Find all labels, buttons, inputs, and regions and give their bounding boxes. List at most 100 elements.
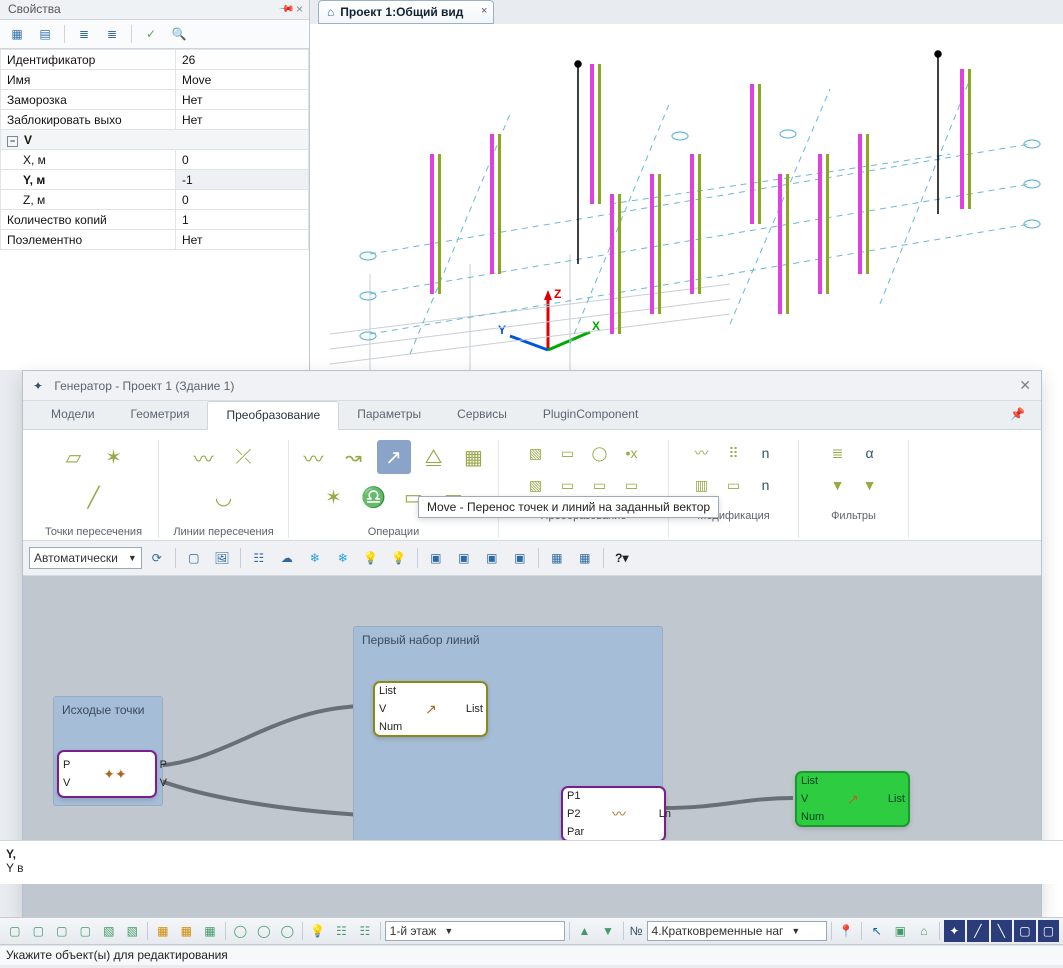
tb-box-icon[interactable]: ▢ bbox=[181, 545, 207, 571]
tb-refresh-icon[interactable]: ⟳ bbox=[144, 545, 170, 571]
list-icon[interactable]: ≣ bbox=[73, 23, 95, 45]
tb-help-icon[interactable]: ?▾ bbox=[609, 545, 635, 571]
tr-3-icon[interactable]: ◯ bbox=[587, 440, 613, 466]
st-selbox-icon[interactable]: ▣ bbox=[890, 920, 912, 942]
st-shape3-icon[interactable]: ◯ bbox=[277, 920, 299, 942]
st-cube3-icon[interactable]: ▢ bbox=[51, 920, 73, 942]
pt-int-1-icon[interactable]: ▱ bbox=[57, 440, 91, 474]
st-cube2-icon[interactable]: ▢ bbox=[28, 920, 50, 942]
tr-5-icon[interactable]: ▧ bbox=[523, 472, 549, 498]
st-cube6-icon[interactable]: ▧ bbox=[122, 920, 144, 942]
tb-bulb-off-icon[interactable]: 💡 bbox=[358, 545, 384, 571]
st-grid3-icon[interactable]: ▦ bbox=[199, 920, 221, 942]
tb-sel2-icon[interactable]: ▣ bbox=[451, 545, 477, 571]
ribbon-pin-icon[interactable]: 📌 bbox=[1004, 401, 1031, 429]
check-icon[interactable]: ✓ bbox=[140, 23, 162, 45]
node-move-selected[interactable]: List V Num ↗ List bbox=[795, 771, 910, 827]
viewport-tab[interactable]: ⌂ Проект 1:Общий вид × bbox=[318, 0, 494, 24]
tb-snow1-icon[interactable]: ❄ bbox=[302, 545, 328, 571]
ln-int-2-icon[interactable]: ⤫ bbox=[227, 440, 261, 474]
op-5-icon[interactable]: ✶ bbox=[317, 480, 351, 514]
st-cube5-icon[interactable]: ▧ bbox=[98, 920, 120, 942]
tb-grid2-icon[interactable]: ▦ bbox=[572, 545, 598, 571]
st-down-icon[interactable]: ▼ bbox=[597, 920, 619, 942]
categorized-icon[interactable]: ▦ bbox=[6, 23, 28, 45]
node-move[interactable]: List V Num ↗ List bbox=[373, 681, 488, 737]
list-alt-icon[interactable]: ≣ bbox=[101, 23, 123, 45]
tab-transform[interactable]: Преобразование bbox=[207, 401, 339, 430]
op-curve-icon[interactable]: 〰 bbox=[297, 440, 331, 474]
st-snap4-icon[interactable]: ▢ bbox=[1014, 920, 1036, 942]
mod-n2-icon[interactable]: n bbox=[753, 472, 779, 498]
tab-params[interactable]: Параметры bbox=[339, 401, 439, 429]
search-icon[interactable]: 🔍 bbox=[168, 23, 190, 45]
st-snap3-icon[interactable]: ╲ bbox=[991, 920, 1013, 942]
tr-2-icon[interactable]: ▭ bbox=[555, 440, 581, 466]
st-cube4-icon[interactable]: ▢ bbox=[75, 920, 97, 942]
tab-plugin[interactable]: PluginComponent bbox=[525, 401, 656, 429]
flt-4-icon[interactable]: ▼ bbox=[857, 472, 883, 498]
mod-2-icon[interactable]: ⠿ bbox=[721, 440, 747, 466]
ln-int-1-icon[interactable]: 〰 bbox=[187, 440, 221, 474]
floor-dropdown[interactable]: 1-й этаж▼ bbox=[385, 921, 565, 941]
tab-close-icon[interactable]: × bbox=[481, 5, 487, 17]
st-snap5-icon[interactable]: ▢ bbox=[1038, 920, 1060, 942]
st-pin-icon[interactable]: 📍 bbox=[836, 920, 858, 942]
st-shape2-icon[interactable]: ◯ bbox=[253, 920, 275, 942]
flt-1-icon[interactable]: ≣ bbox=[825, 440, 851, 466]
op-6-icon[interactable]: ♎ bbox=[357, 480, 391, 514]
tb-sel3-icon[interactable]: ▣ bbox=[479, 545, 505, 571]
st-layers2-icon[interactable]: ☷ bbox=[354, 920, 376, 942]
pin-icon[interactable]: 📌 bbox=[277, 1, 294, 18]
node-line[interactable]: P1 P2 Par 〰 Ln bbox=[561, 786, 666, 842]
mod-1-icon[interactable]: 〰 bbox=[689, 440, 715, 466]
tab-geometry[interactable]: Геометрия bbox=[113, 401, 208, 429]
st-grid1-icon[interactable]: ▦ bbox=[152, 920, 174, 942]
tr-6-icon[interactable]: ▭ bbox=[555, 472, 581, 498]
tr-8-icon[interactable]: ▭ bbox=[619, 472, 645, 498]
st-up-icon[interactable]: ▲ bbox=[574, 920, 596, 942]
tr-7-icon[interactable]: ▭ bbox=[587, 472, 613, 498]
op-arrow-icon[interactable]: ↝ bbox=[337, 440, 371, 474]
ln-int-3-icon[interactable]: ◡ bbox=[207, 480, 241, 514]
op-mirror-icon[interactable]: ⧋ bbox=[417, 440, 451, 474]
tb-cloud-icon[interactable]: ☁ bbox=[274, 545, 300, 571]
flt-alpha-icon[interactable]: α bbox=[857, 440, 883, 466]
mod-4-icon[interactable]: ▥ bbox=[689, 472, 715, 498]
tr-4-icon[interactable]: •x bbox=[619, 440, 645, 466]
st-snap2-icon[interactable]: ╱ bbox=[967, 920, 989, 942]
auto-dropdown[interactable]: Автоматически▼ bbox=[29, 547, 142, 569]
st-layers-icon[interactable]: ☷ bbox=[331, 920, 353, 942]
node-source[interactable]: P V ✦✦ P V bbox=[57, 750, 157, 798]
st-cursor-icon[interactable]: ↖ bbox=[866, 920, 888, 942]
tb-sel4-icon[interactable]: ▣ bbox=[507, 545, 533, 571]
tb-bulb-on-icon[interactable]: 💡 bbox=[386, 545, 412, 571]
generator-titlebar[interactable]: ✦ Генератор - Проект 1 (Здание 1) ✕ bbox=[23, 371, 1041, 401]
tb-grid1-icon[interactable]: ▦ bbox=[544, 545, 570, 571]
tb-stack-icon[interactable]: ☷ bbox=[246, 545, 272, 571]
mod-5-icon[interactable]: ▭ bbox=[721, 472, 747, 498]
op-grid-icon[interactable]: ▦ bbox=[457, 440, 491, 474]
st-grid2-icon[interactable]: ▦ bbox=[176, 920, 198, 942]
tb-image-icon[interactable]: 🖼 bbox=[209, 545, 235, 571]
loadcase-dropdown[interactable]: 4.Кратковременные наг▼ bbox=[647, 921, 827, 941]
pt-int-2-icon[interactable]: ✶ bbox=[97, 440, 131, 474]
tr-1-icon[interactable]: ▧ bbox=[523, 440, 549, 466]
collapse-icon[interactable]: − bbox=[7, 136, 18, 147]
st-bulb-icon[interactable]: 💡 bbox=[307, 920, 329, 942]
st-shape1-icon[interactable]: ◯ bbox=[230, 920, 252, 942]
tb-sel1-icon[interactable]: ▣ bbox=[423, 545, 449, 571]
alpha-sort-icon[interactable]: ▤ bbox=[34, 23, 56, 45]
tab-models[interactable]: Модели bbox=[33, 401, 113, 429]
close-icon[interactable]: × bbox=[296, 2, 303, 16]
tb-snow2-icon[interactable]: ❄ bbox=[330, 545, 356, 571]
tab-services[interactable]: Сервисы bbox=[439, 401, 525, 429]
pt-int-3-icon[interactable]: ╱ bbox=[77, 480, 111, 514]
st-home-icon[interactable]: ⌂ bbox=[913, 920, 935, 942]
st-snap1-icon[interactable]: ✦ bbox=[944, 920, 966, 942]
st-cube1-icon[interactable]: ▢ bbox=[4, 920, 26, 942]
op-move-icon[interactable]: ↗ bbox=[377, 440, 411, 474]
window-close-icon[interactable]: ✕ bbox=[1019, 377, 1031, 394]
flt-3-icon[interactable]: ▼ bbox=[825, 472, 851, 498]
mod-n-icon[interactable]: n bbox=[753, 440, 779, 466]
